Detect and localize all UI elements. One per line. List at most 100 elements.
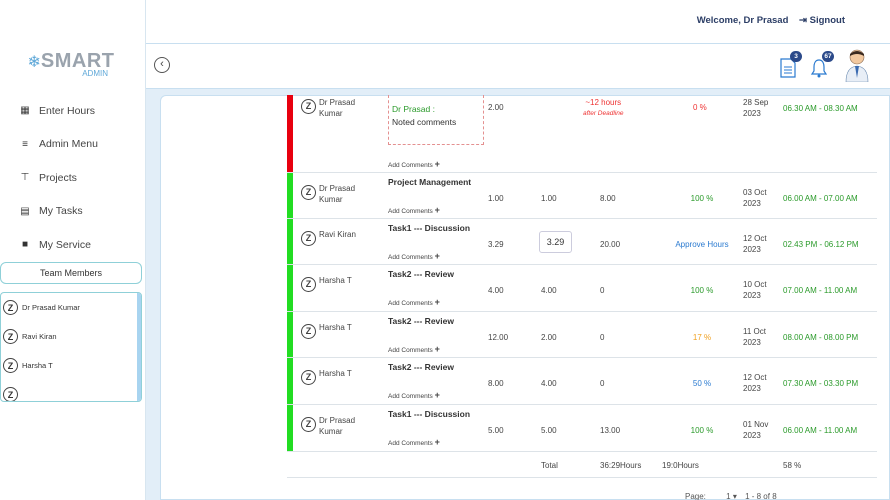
add-comments-link[interactable]: Add Comments +: [388, 390, 440, 402]
signout-label: Signout: [809, 15, 845, 26]
table-row: Z Dr Prasad Kumar Task1 --- Discussion Add …: [287, 405, 877, 452]
team-member-item[interactable]: Z: [1, 380, 141, 401]
avatar-icon: Z: [301, 277, 316, 292]
add-comments-label: Add Comments: [388, 208, 433, 215]
employee-name: Harsha T: [319, 276, 352, 285]
member-name: Dr Prasad Kumar: [22, 303, 80, 312]
sidebar: ❄SMART ADMIN ▦ Enter Hours ≡ Admin Menu ⊤ P…: [0, 0, 146, 500]
total-percent: 58 %: [783, 461, 802, 470]
task-name: Task2 --- Review: [388, 316, 454, 326]
allocated-cell: 5.00: [541, 426, 557, 435]
sidebar-item-label: Projects: [39, 171, 77, 184]
avatar-icon: Z: [301, 185, 316, 200]
user-avatar[interactable]: [844, 48, 870, 83]
add-comments-link[interactable]: Add Comments +: [388, 159, 440, 171]
snowflake-icon: ❄: [27, 54, 41, 71]
add-comments-link[interactable]: Add Comments +: [388, 251, 440, 263]
page-select[interactable]: 1 ▾: [726, 492, 737, 500]
table-row: Z Ravi Kiran Task1 --- Discussion Add Comme…: [287, 219, 877, 265]
sidebar-item-projects[interactable]: ⊤ Projects: [0, 161, 146, 195]
add-comments-label: Add Comments: [388, 393, 433, 400]
sidebar-item-my-service[interactable]: ■ My Service: [0, 228, 146, 262]
cart-icon: ⊤: [20, 172, 30, 184]
document-notification-button[interactable]: 3: [778, 51, 802, 78]
hours-cell: 3.29: [488, 240, 504, 249]
allocated-hours-input[interactable]: 3.29: [539, 231, 572, 253]
avatar-icon: Z: [301, 231, 316, 246]
date-cell: 11 Oct 2023: [743, 327, 766, 347]
allocated-cell: 4.00: [541, 286, 557, 295]
sidebar-item-label: My Tasks: [39, 205, 83, 218]
spent-cell: 13.00: [600, 426, 621, 435]
sidebar-item-enter-hours[interactable]: ▦ Enter Hours: [0, 94, 146, 128]
employee-name: Dr Prasad Kumar: [319, 98, 356, 118]
team-members-button[interactable]: Team Members: [0, 262, 142, 284]
team-member-item[interactable]: Z Harsha T: [1, 351, 141, 380]
remaining-text: ~12 hours: [585, 98, 622, 107]
hours-cell: 4.00: [488, 286, 504, 295]
sidebar-item-admin-menu[interactable]: ≡ Admin Menu: [0, 128, 146, 162]
table-footer-row: Total 36:29Hours 19:0Hours 58 %: [287, 452, 877, 478]
bell-badge: 67: [822, 51, 834, 62]
signout-icon: ⇥: [799, 15, 807, 26]
avatar-icon: Z: [301, 99, 316, 114]
allocated-cell: 2.00: [541, 333, 557, 342]
avatar-icon: Z: [3, 358, 18, 373]
time-cell: 06.30 AM - 08.30 AM: [783, 104, 858, 113]
status-cell[interactable]: Approve Hours: [665, 239, 739, 250]
hours-cell: 1.00: [488, 194, 504, 203]
collapse-sidebar-button[interactable]: ‹: [154, 57, 170, 73]
add-comments-link[interactable]: Add Comments +: [388, 205, 440, 217]
welcome-area: Welcome, Dr Prasad ⇥ Signout: [697, 15, 845, 26]
row-status-bar: [287, 219, 293, 264]
hours-cell: 2.00: [488, 103, 504, 112]
logo-subtext: ADMIN: [82, 69, 108, 78]
sidebar-item-label: Enter Hours: [39, 104, 96, 117]
team-member-item[interactable]: Z Ravi Kiran: [1, 322, 141, 351]
date-cell: 12 Oct 2023: [743, 373, 767, 393]
add-comments-link[interactable]: Add Comments +: [388, 344, 440, 356]
team-member-item[interactable]: Z Dr Prasad Kumar: [1, 293, 141, 322]
team-list-scrollbar[interactable]: [137, 293, 141, 401]
remaining-note: after Deadline: [583, 110, 624, 117]
table-row: Z Harsha T Task2 --- Review Add Comments +1…: [287, 312, 877, 358]
add-comments-label: Add Comments: [388, 440, 433, 447]
employee-cell: Z Dr Prasad Kumar: [301, 415, 359, 437]
status-cell: 100 %: [690, 194, 714, 203]
allocated-cell: 1.00: [541, 194, 557, 203]
status-cell: 17 %: [692, 333, 712, 342]
add-comments-link[interactable]: Add Comments +: [388, 437, 440, 449]
user-avatar-icon: [845, 49, 869, 83]
add-comments-link[interactable]: Add Comments +: [388, 297, 440, 309]
pager-range: 1 - 8 of 8: [745, 492, 777, 500]
time-cell: 06.00 AM - 11.00 AM: [783, 426, 858, 435]
employee-cell: Z Harsha T: [301, 275, 359, 292]
hours-cell: 12.00: [488, 333, 509, 342]
calendar-icon: ▦: [20, 105, 30, 117]
total-hours: 19:0Hours: [662, 461, 699, 470]
allocated-cell: 4.00: [541, 379, 557, 388]
task-name: Task2 --- Review: [388, 269, 454, 279]
status-cell: 0 %: [693, 103, 707, 112]
row-status-bar: [287, 265, 293, 311]
sidebar-item-my-tasks[interactable]: ▤ My Tasks: [0, 195, 146, 229]
top-header: Welcome, Dr Prasad ⇥ Signout: [146, 0, 890, 44]
time-cell: 02.43 PM - 06.12 PM: [783, 240, 859, 249]
add-comments-label: Add Comments: [388, 254, 433, 261]
add-comments-label: Add Comments: [388, 347, 433, 354]
remaining-cell: ~12 hours after Deadline: [583, 97, 623, 119]
plus-icon: +: [434, 344, 440, 354]
spent-cell: 8.00: [600, 194, 616, 203]
page-current: 1: [726, 492, 731, 500]
smart-admin-logo[interactable]: ❄SMART ADMIN: [26, 50, 116, 80]
bell-notification-button[interactable]: 67: [810, 51, 834, 78]
task-name: Task2 --- Review: [388, 362, 454, 372]
employee-name: Harsha T: [319, 369, 352, 378]
tasks-icon: ▤: [20, 205, 30, 217]
status-cell: 100 %: [690, 286, 714, 295]
menu-icon: ≡: [22, 138, 28, 150]
signout-link[interactable]: ⇥ Signout: [799, 15, 845, 26]
hours-cell: 8.00: [488, 379, 504, 388]
comment-text: Noted comments: [392, 117, 457, 127]
avatar-icon: Z: [301, 370, 316, 385]
